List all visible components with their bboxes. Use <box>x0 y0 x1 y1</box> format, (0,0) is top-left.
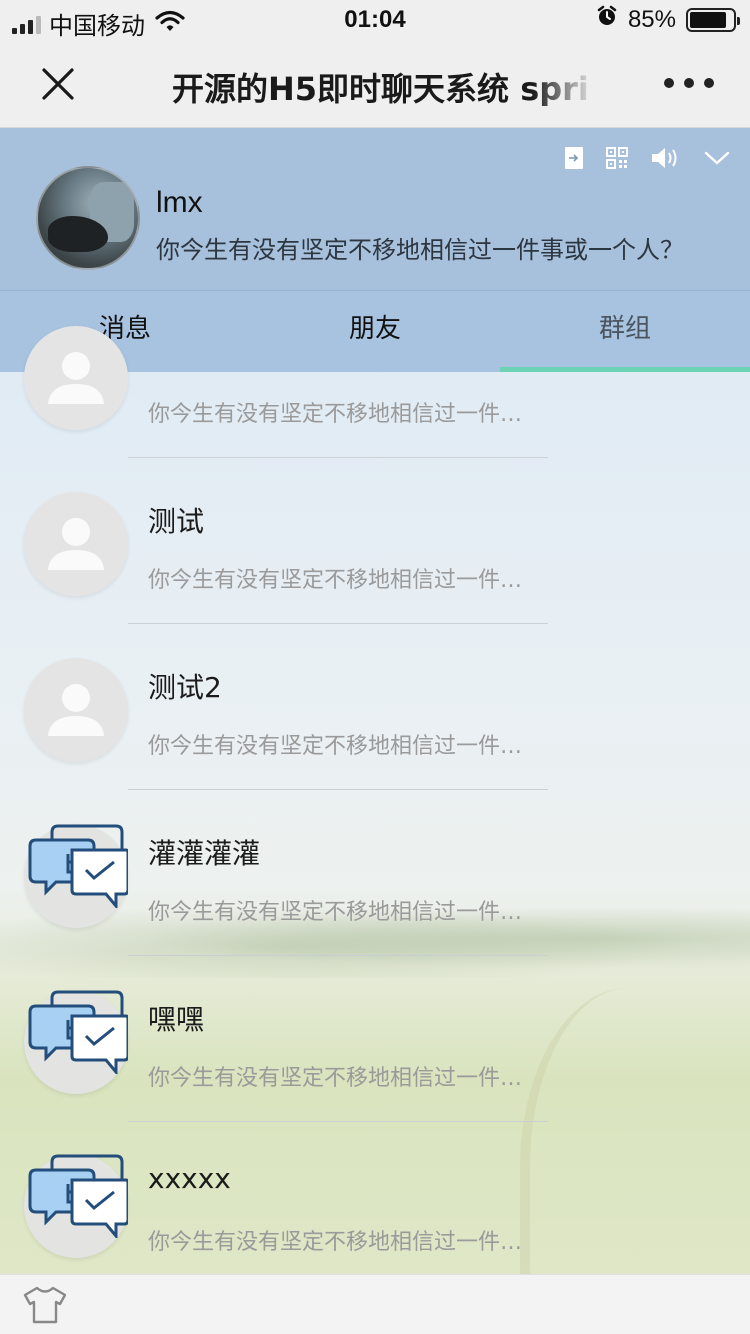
profile-name: lmx <box>156 186 203 219</box>
nav-bar: 开源的H5即时聊天系统 spri <box>0 40 750 128</box>
group-preview: 你今生有没有坚定不移地相信过一件事或一个人？ <box>148 734 534 759</box>
group-name: 嘿嘿 <box>148 1003 205 1036</box>
avatar[interactable] <box>36 166 140 270</box>
group-preview: 你今生有没有坚定不移地相信过一件事或一个人？ <box>148 568 534 593</box>
list-item[interactable]: 测试2 你今生有没有坚定不移地相信过一件事或一个人？ <box>0 624 750 790</box>
group-chat-icon <box>24 990 128 1094</box>
status-right: 85% <box>596 5 740 34</box>
more-icon[interactable] <box>664 78 714 88</box>
list-item[interactable]: 嘿嘿 你今生有没有坚定不移地相信过一件事或一个人？ <box>0 956 750 1122</box>
person-placeholder-icon <box>24 326 128 430</box>
battery-icon <box>686 7 740 32</box>
shirt-icon[interactable] <box>22 1285 68 1329</box>
list-item[interactable]: 测试 你今生有没有坚定不移地相信过一件事或一个人？ <box>0 458 750 624</box>
group-preview: 你今生有没有坚定不移地相信过一件事或一个人？ <box>148 1066 534 1091</box>
logout-icon[interactable] <box>564 146 584 170</box>
group-chat-icon <box>24 1154 128 1258</box>
group-name: 测试 <box>148 505 205 538</box>
profile-header: lmx 你今生有没有坚定不移地相信过一件事或一个人？ <box>0 128 750 290</box>
group-preview: 你今生有没有坚定不移地相信过一件事或一个人？ <box>148 900 534 925</box>
alarm-icon <box>596 5 618 34</box>
group-preview: 你今生有没有坚定不移地相信过一件事或一个人？ <box>148 1230 534 1255</box>
list-item[interactable]: 灌灌灌灌 你今生有没有坚定不移地相信过一件事或一个人？ <box>0 790 750 956</box>
page-title: 开源的H5即时聊天系统 spri <box>172 70 589 106</box>
battery-fill <box>690 11 726 28</box>
close-icon[interactable] <box>36 62 80 106</box>
battery-percent: 85% <box>627 5 676 33</box>
chevron-down-icon[interactable] <box>704 150 730 166</box>
bottom-bar <box>0 1274 750 1334</box>
group-name: 灌灌灌灌 <box>148 837 261 870</box>
group-preview: 你今生有没有坚定不移地相信过一件事或一个人？ <box>148 402 534 427</box>
group-name: 测试2 <box>148 671 222 704</box>
list-item[interactable]: xxxxx 你今生有没有坚定不移地相信过一件事或一个人？ <box>0 1120 750 1274</box>
profile-signature: 你今生有没有坚定不移地相信过一件事或一个人？ <box>156 236 684 264</box>
list-item[interactable]: 你今生有没有坚定不移地相信过一件事或一个人？ <box>0 292 750 458</box>
group-chat-icon <box>24 824 128 928</box>
person-placeholder-icon <box>24 658 128 762</box>
person-placeholder-icon <box>24 492 128 596</box>
group-name: xxxxx <box>148 1162 231 1195</box>
header-tools <box>564 146 730 170</box>
qrcode-icon[interactable] <box>606 147 628 169</box>
volume-icon[interactable] <box>650 146 682 170</box>
chat-app: lmx 你今生有没有坚定不移地相信过一件事或一个人？ 消息 朋友 群组 你今生有… <box>0 128 750 1274</box>
status-bar: 中国移动 01:04 85% <box>0 0 750 40</box>
